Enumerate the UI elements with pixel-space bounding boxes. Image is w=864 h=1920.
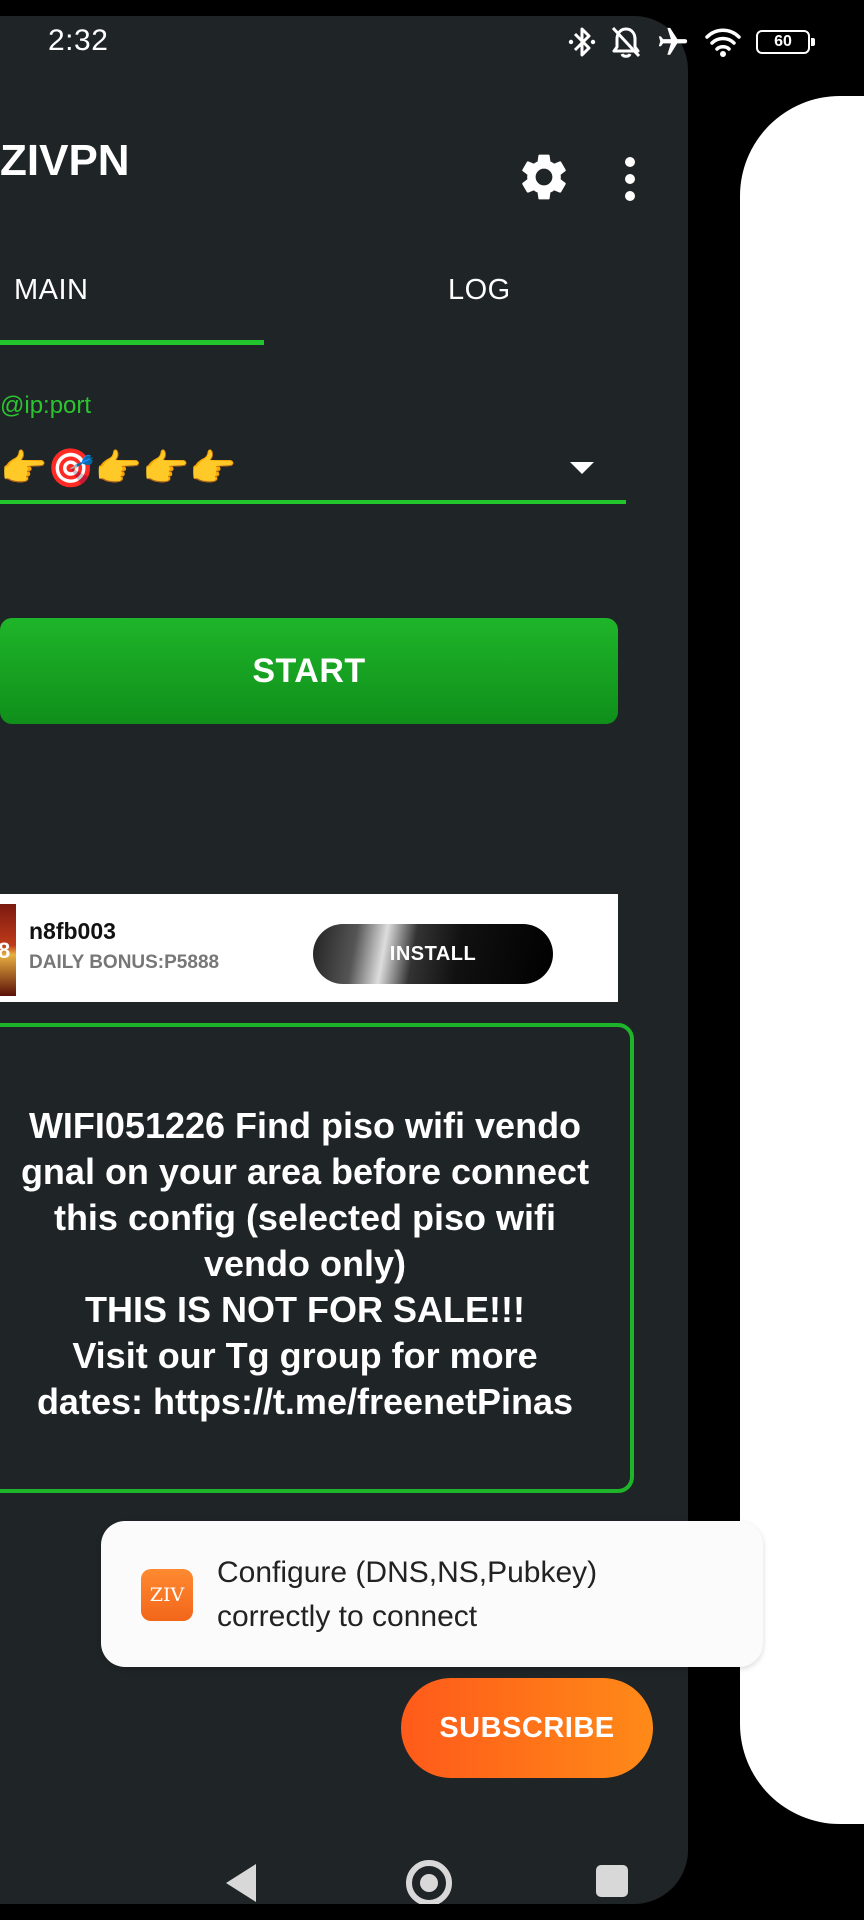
ziv-app-icon: ZIV [141,1569,193,1621]
screen: ZIVPN MAIN LOG @ip:port 👉🎯👉👉👉 START 8 n8… [0,0,864,1920]
toast-line-2: correctly to connect [217,1600,478,1633]
start-button[interactable]: START [0,618,618,724]
config-select[interactable]: 👉🎯👉👉👉 [0,446,237,492]
subscribe-button[interactable]: SUBSCRIBE [401,1678,653,1778]
battery-icon: 60 [756,30,815,54]
dropdown-arrow-icon[interactable] [570,462,594,474]
toast-line-1: Configure (DNS,NS,Pubkey) [217,1556,598,1589]
home-icon[interactable] [406,1860,452,1904]
gear-icon[interactable] [516,149,572,205]
bell-off-icon [610,25,642,59]
airplane-icon [656,25,690,59]
message-box: WIFI051226 Find piso wifi vendo gnal on … [0,1023,634,1493]
bluetooth-icon [568,25,596,59]
ad-title[interactable]: n8fb003 [29,918,116,945]
status-icons: 60 [568,22,815,62]
tab-log[interactable]: LOG [448,274,511,307]
ad-subtitle: DAILY BONUS:P5888 [29,952,220,973]
ad-thumbnail-text: 8 [0,938,11,963]
tab-main[interactable]: MAIN [14,274,89,307]
status-bar: 2:32 60 [0,0,864,84]
tab-indicator [0,340,264,345]
status-time: 2:32 [48,24,109,57]
ad-thumbnail[interactable]: 8 [0,904,16,996]
back-icon[interactable] [226,1864,256,1902]
more-vertical-icon[interactable] [620,156,640,202]
ad-install-button[interactable]: INSTALL [313,924,553,984]
toast-notification: ZIV Configure (DNS,NS,Pubkey) correctly … [101,1521,763,1667]
recents-icon[interactable] [596,1865,628,1897]
config-input-underline [0,500,626,504]
ad-banner[interactable]: 8 n8fb003 DAILY BONUS:P5888 INSTALL [0,894,618,1002]
message-text: WIFI051226 Find piso wifi vendo gnal on … [20,1105,590,1422]
toast-message: Configure (DNS,NS,Pubkey) correctly to c… [217,1551,737,1639]
app-title: ZIVPN [0,136,130,185]
wifi-icon [704,26,742,58]
config-input-label: @ip:port [0,392,92,419]
